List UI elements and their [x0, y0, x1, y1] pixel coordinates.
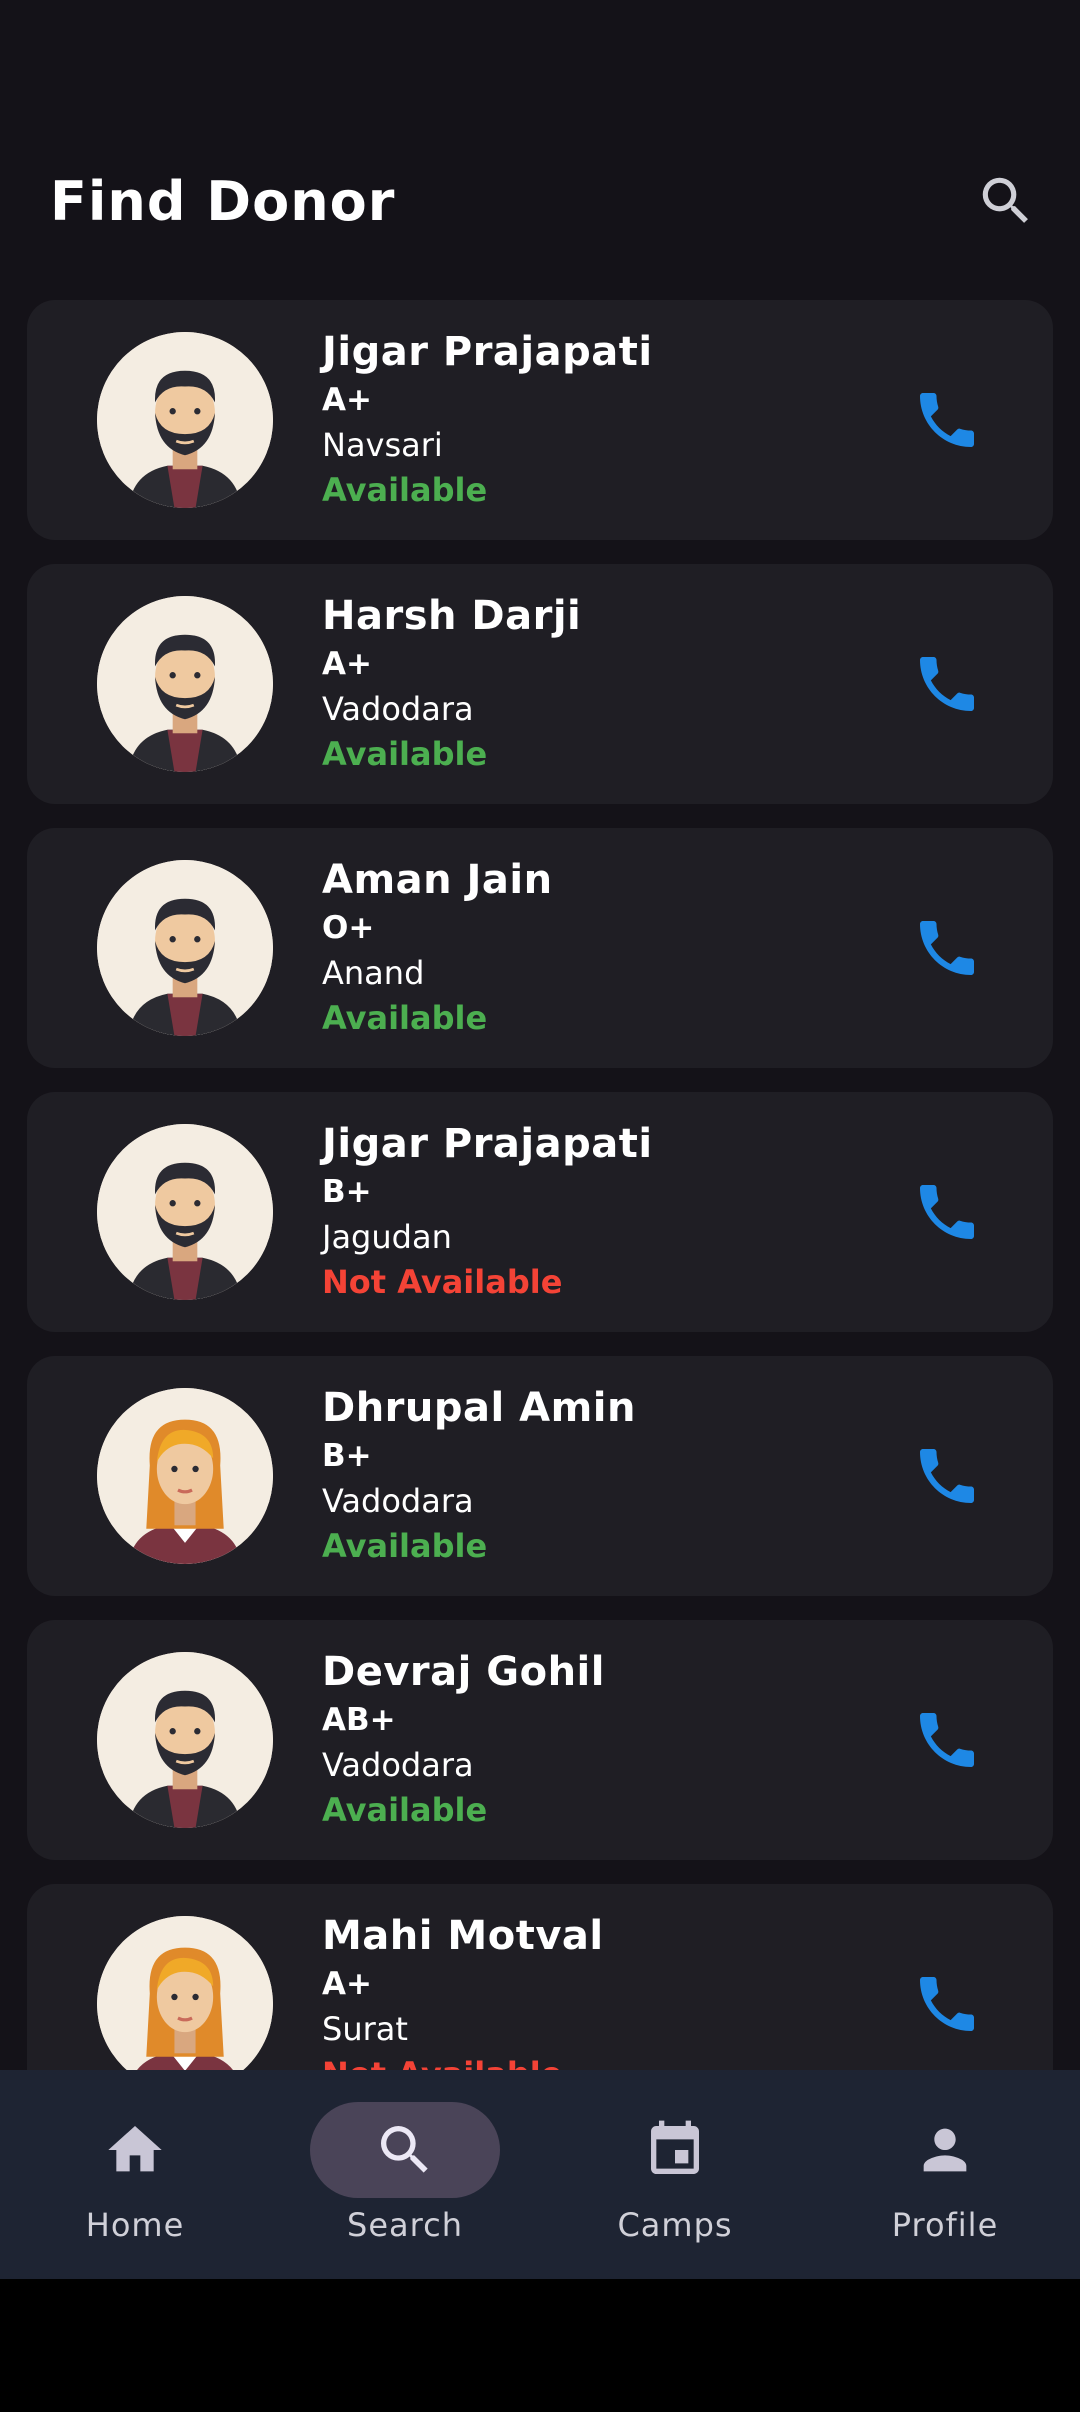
nav-icon-container: [310, 2102, 500, 2198]
home-icon: [108, 2126, 162, 2172]
page-title: Find Donor: [50, 170, 396, 233]
call-button[interactable]: [907, 1964, 987, 2044]
phone-icon: [920, 1713, 974, 1767]
donor-info: Mahi Motval A+ Surat Not Available: [322, 1910, 604, 2070]
app-bar: Find Donor: [0, 150, 1080, 260]
donor-card[interactable]: Aman Jain O+ Anand Available: [27, 828, 1053, 1068]
nav-item-search[interactable]: Search: [305, 2102, 505, 2262]
donor-blood-group: B+: [322, 1174, 372, 1210]
nav-icon-container: [40, 2102, 230, 2198]
phone-icon: [920, 1449, 974, 1503]
donor-city: Anand: [322, 954, 425, 992]
call-button[interactable]: [907, 1436, 987, 1516]
donor-list[interactable]: Jigar Prajapati A+ Navsari Available Har…: [0, 300, 1080, 2070]
donor-info: Harsh Darji A+ Vadodara Available: [322, 590, 581, 776]
search-icon: [982, 177, 1028, 223]
donor-status: Available: [322, 471, 488, 509]
donor-info: Dhrupal Amin B+ Vadodara Available: [322, 1382, 636, 1568]
bottom-navigation: Home Search Camps Profile: [0, 2070, 1080, 2279]
call-button[interactable]: [907, 380, 987, 460]
donor-blood-group: A+: [322, 1966, 372, 2002]
phone-icon: [920, 657, 974, 711]
female-avatar-icon: [97, 1916, 273, 2070]
donor-city: Navsari: [322, 426, 443, 464]
call-button[interactable]: [907, 1700, 987, 1780]
find-donor-screen: Find Donor Jigar Prajapati A+ Navsari Av…: [0, 0, 1080, 2279]
donor-name: Jigar Prajapati: [322, 329, 653, 375]
call-button[interactable]: [907, 908, 987, 988]
donor-blood-group: A+: [322, 382, 372, 418]
female-avatar-icon: [97, 1388, 273, 1564]
nav-label: Search: [347, 2206, 463, 2244]
donor-name: Aman Jain: [322, 857, 553, 903]
donor-info: Aman Jain O+ Anand Available: [322, 854, 553, 1040]
calendar-icon: [651, 2120, 699, 2174]
search-button[interactable]: [970, 165, 1042, 237]
call-button[interactable]: [907, 644, 987, 724]
donor-card[interactable]: Mahi Motval A+ Surat Not Available: [27, 1884, 1053, 2070]
phone-icon: [920, 1185, 974, 1239]
donor-city: Vadodara: [322, 1482, 474, 1520]
donor-city: Vadodara: [322, 1746, 474, 1784]
male-avatar-icon: [97, 332, 273, 508]
donor-card[interactable]: Jigar Prajapati B+ Jagudan Not Available: [27, 1092, 1053, 1332]
donor-info: Jigar Prajapati B+ Jagudan Not Available: [322, 1118, 653, 1304]
nav-icon-container: [580, 2102, 770, 2198]
donor-info: Devraj Gohil AB+ Vadodara Available: [322, 1646, 605, 1832]
male-avatar-icon: [97, 1124, 273, 1300]
donor-status: Available: [322, 1527, 488, 1565]
male-avatar-icon: [97, 860, 273, 1036]
donor-city: Vadodara: [322, 690, 474, 728]
nav-item-profile[interactable]: Profile: [845, 2102, 1045, 2262]
search-icon: [381, 2126, 428, 2173]
donor-blood-group: AB+: [322, 1702, 396, 1738]
male-avatar-icon: [97, 596, 273, 772]
nav-item-home[interactable]: Home: [35, 2102, 235, 2262]
donor-name: Harsh Darji: [322, 593, 582, 639]
donor-status: Available: [322, 1791, 488, 1829]
male-avatar-icon: [97, 1652, 273, 1828]
donor-status: Available: [322, 735, 488, 773]
donor-card[interactable]: Jigar Prajapati A+ Navsari Available: [27, 300, 1053, 540]
phone-icon: [920, 921, 974, 975]
donor-name: Devraj Gohil: [322, 1649, 605, 1695]
donor-blood-group: B+: [322, 1438, 372, 1474]
donor-city: Jagudan: [322, 1218, 452, 1256]
donor-city: Surat: [322, 2010, 408, 2048]
donor-status: Available: [322, 999, 488, 1037]
nav-label: Profile: [891, 2206, 999, 2244]
donor-blood-group: A+: [322, 646, 372, 682]
donor-status: Not Available: [322, 2052, 604, 2070]
donor-card[interactable]: Dhrupal Amin B+ Vadodara Available: [27, 1356, 1053, 1596]
donor-name: Dhrupal Amin: [322, 1385, 636, 1431]
donor-status: Not Available: [322, 1263, 563, 1301]
donor-card[interactable]: Harsh Darji A+ Vadodara Available: [27, 564, 1053, 804]
person-icon: [923, 2128, 967, 2172]
phone-icon: [920, 393, 974, 447]
donor-name: Jigar Prajapati: [322, 1121, 653, 1167]
nav-label: Camps: [617, 2206, 733, 2244]
donor-name: Mahi Motval: [322, 1913, 604, 1959]
donor-card[interactable]: Devraj Gohil AB+ Vadodara Available: [27, 1620, 1053, 1860]
donor-blood-group: O+: [322, 910, 375, 946]
nav-label: Home: [85, 2206, 185, 2244]
call-button[interactable]: [907, 1172, 987, 1252]
phone-icon: [920, 1977, 974, 2031]
donor-info: Jigar Prajapati A+ Navsari Available: [322, 326, 653, 512]
nav-item-camps[interactable]: Camps: [575, 2102, 775, 2262]
nav-icon-container: [850, 2102, 1040, 2198]
